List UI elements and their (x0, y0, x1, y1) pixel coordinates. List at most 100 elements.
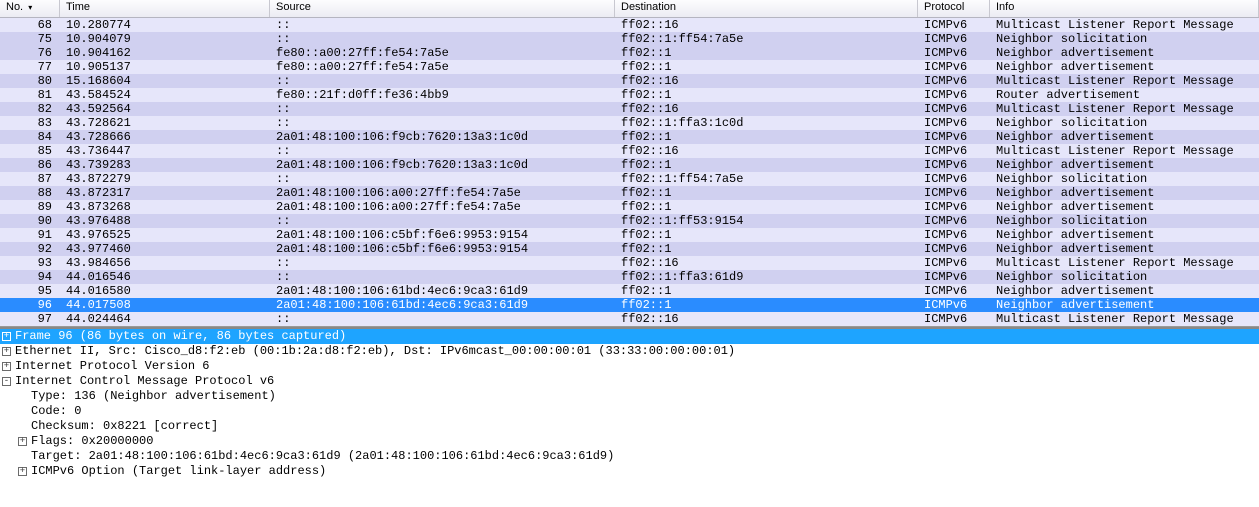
packet-row[interactable]: 8015.168604::ff02::16ICMPv6Multicast Lis… (0, 74, 1259, 88)
detail-tree-row[interactable]: +Internet Protocol Version 6 (0, 359, 1259, 374)
cell-destination: ff02::1:ff54:7a5e (615, 172, 918, 186)
cell-info: Multicast Listener Report Message (990, 102, 1259, 116)
packet-row[interactable]: 9343.984656::ff02::16ICMPv6Multicast Lis… (0, 256, 1259, 270)
cell-no: 83 (0, 116, 60, 130)
cell-source: :: (270, 102, 615, 116)
detail-tree-row[interactable]: +Ethernet II, Src: Cisco_d8:f2:eb (00:1b… (0, 344, 1259, 359)
cell-source: 2a01:48:100:106:a00:27ff:fe54:7a5e (270, 200, 615, 214)
cell-info: Multicast Listener Report Message (990, 312, 1259, 326)
cell-protocol: ICMPv6 (918, 60, 990, 74)
cell-destination: ff02::1 (615, 298, 918, 312)
detail-tree-row[interactable]: Type: 136 (Neighbor advertisement) (0, 389, 1259, 404)
cell-no: 88 (0, 186, 60, 200)
cell-no: 91 (0, 228, 60, 242)
detail-text: Internet Control Message Protocol v6 (15, 374, 274, 389)
column-header-source[interactable]: Source (270, 0, 615, 17)
cell-destination: ff02::16 (615, 144, 918, 158)
packet-row[interactable]: 9143.9765252a01:48:100:106:c5bf:f6e6:995… (0, 228, 1259, 242)
cell-no: 68 (0, 18, 60, 32)
cell-info: Router advertisement (990, 88, 1259, 102)
cell-destination: ff02::1 (615, 228, 918, 242)
cell-info: Neighbor advertisement (990, 60, 1259, 74)
cell-time: 44.016546 (60, 270, 270, 284)
cell-time: 43.592564 (60, 102, 270, 116)
expand-icon[interactable]: + (18, 467, 27, 476)
packet-row[interactable]: 7610.904162fe80::a00:27ff:fe54:7a5eff02:… (0, 46, 1259, 60)
packet-row[interactable]: 8343.728621::ff02::1:ffa3:1c0dICMPv6Neig… (0, 116, 1259, 130)
cell-destination: ff02::1 (615, 158, 918, 172)
packet-row[interactable]: 9444.016546::ff02::1:ffa3:61d9ICMPv6Neig… (0, 270, 1259, 284)
cell-destination: ff02::1 (615, 88, 918, 102)
cell-time: 44.017508 (60, 298, 270, 312)
cell-protocol: ICMPv6 (918, 312, 990, 326)
cell-info: Multicast Listener Report Message (990, 18, 1259, 32)
cell-destination: ff02::1 (615, 284, 918, 298)
packet-row[interactable]: 6810.280774::ff02::16ICMPv6Multicast Lis… (0, 18, 1259, 32)
expand-icon[interactable]: + (2, 347, 11, 356)
packet-row[interactable]: 8543.736447::ff02::16ICMPv6Multicast Lis… (0, 144, 1259, 158)
detail-tree-row[interactable]: +Frame 96 (86 bytes on wire, 86 bytes ca… (0, 329, 1259, 344)
cell-source: 2a01:48:100:106:c5bf:f6e6:9953:9154 (270, 228, 615, 242)
cell-no: 86 (0, 158, 60, 172)
cell-time: 10.904079 (60, 32, 270, 46)
detail-tree-row[interactable]: -Internet Control Message Protocol v6 (0, 374, 1259, 389)
column-header-destination[interactable]: Destination (615, 0, 918, 17)
cell-info: Neighbor advertisement (990, 298, 1259, 312)
cell-no: 89 (0, 200, 60, 214)
packet-list-pane[interactable]: No. ▾ Time Source Destination Protocol I… (0, 0, 1259, 327)
cell-time: 43.728666 (60, 130, 270, 144)
detail-tree-row[interactable]: +Flags: 0x20000000 (0, 434, 1259, 449)
detail-tree-row[interactable]: Code: 0 (0, 404, 1259, 419)
cell-time: 43.872317 (60, 186, 270, 200)
packet-row[interactable]: 9243.9774602a01:48:100:106:c5bf:f6e6:995… (0, 242, 1259, 256)
column-header-protocol[interactable]: Protocol (918, 0, 990, 17)
cell-protocol: ICMPv6 (918, 32, 990, 46)
collapse-icon[interactable]: - (2, 377, 11, 386)
cell-time: 10.905137 (60, 60, 270, 74)
cell-no: 81 (0, 88, 60, 102)
expand-icon[interactable]: + (18, 437, 27, 446)
packet-row[interactable]: 8443.7286662a01:48:100:106:f9cb:7620:13a… (0, 130, 1259, 144)
cell-no: 96 (0, 298, 60, 312)
cell-protocol: ICMPv6 (918, 158, 990, 172)
column-header-info[interactable]: Info (990, 0, 1259, 17)
packet-details-pane[interactable]: +Frame 96 (86 bytes on wire, 86 bytes ca… (0, 327, 1259, 485)
packet-row[interactable]: 8243.592564::ff02::16ICMPv6Multicast Lis… (0, 102, 1259, 116)
packet-row[interactable]: 7710.905137fe80::a00:27ff:fe54:7a5eff02:… (0, 60, 1259, 74)
detail-tree-row[interactable]: Checksum: 0x8221 [correct] (0, 419, 1259, 434)
cell-protocol: ICMPv6 (918, 102, 990, 116)
packet-row[interactable]: 8943.8732682a01:48:100:106:a00:27ff:fe54… (0, 200, 1259, 214)
column-header-no[interactable]: No. ▾ (0, 0, 60, 17)
cell-protocol: ICMPv6 (918, 130, 990, 144)
column-header-time[interactable]: Time (60, 0, 270, 17)
packet-row[interactable]: 9043.976488::ff02::1:ff53:9154ICMPv6Neig… (0, 214, 1259, 228)
expand-icon[interactable]: + (2, 332, 11, 341)
cell-time: 43.984656 (60, 256, 270, 270)
cell-info: Neighbor solicitation (990, 172, 1259, 186)
cell-destination: ff02::1:ff53:9154 (615, 214, 918, 228)
detail-tree-row[interactable]: +ICMPv6 Option (Target link-layer addres… (0, 464, 1259, 479)
detail-tree-row[interactable]: Target: 2a01:48:100:106:61bd:4ec6:9ca3:6… (0, 449, 1259, 464)
packet-row[interactable]: 8143.584524fe80::21f:d0ff:fe36:4bb9ff02:… (0, 88, 1259, 102)
cell-time: 10.280774 (60, 18, 270, 32)
packet-row[interactable]: 9744.024464::ff02::16ICMPv6Multicast Lis… (0, 312, 1259, 326)
packet-row[interactable]: 7510.904079::ff02::1:ff54:7a5eICMPv6Neig… (0, 32, 1259, 46)
packet-list-header[interactable]: No. ▾ Time Source Destination Protocol I… (0, 0, 1259, 18)
cell-destination: ff02::1 (615, 46, 918, 60)
cell-source: :: (270, 270, 615, 284)
packet-row[interactable]: 8643.7392832a01:48:100:106:f9cb:7620:13a… (0, 158, 1259, 172)
expand-icon[interactable]: + (2, 362, 11, 371)
cell-no: 85 (0, 144, 60, 158)
packet-row[interactable]: 8843.8723172a01:48:100:106:a00:27ff:fe54… (0, 186, 1259, 200)
packet-row[interactable]: 9544.0165802a01:48:100:106:61bd:4ec6:9ca… (0, 284, 1259, 298)
packet-row[interactable]: 8743.872279::ff02::1:ff54:7a5eICMPv6Neig… (0, 172, 1259, 186)
cell-source: :: (270, 32, 615, 46)
cell-time: 43.976488 (60, 214, 270, 228)
cell-destination: ff02::1:ffa3:1c0d (615, 116, 918, 130)
packet-row[interactable]: 9644.0175082a01:48:100:106:61bd:4ec6:9ca… (0, 298, 1259, 312)
cell-time: 43.584524 (60, 88, 270, 102)
cell-source: fe80::a00:27ff:fe54:7a5e (270, 60, 615, 74)
cell-source: fe80::21f:d0ff:fe36:4bb9 (270, 88, 615, 102)
cell-time: 44.024464 (60, 312, 270, 326)
cell-source: fe80::a00:27ff:fe54:7a5e (270, 46, 615, 60)
